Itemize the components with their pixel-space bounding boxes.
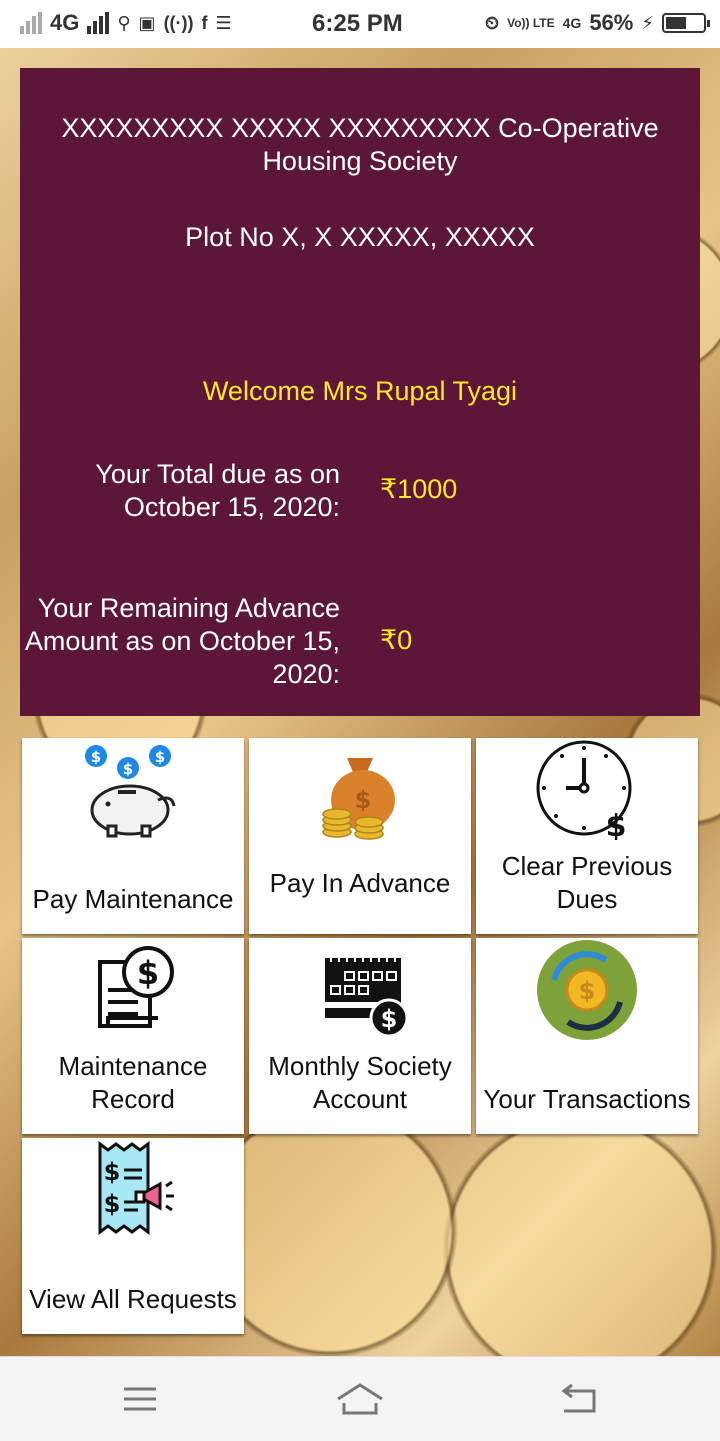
facebook-icon: f (201, 12, 208, 33)
coin-exchange-icon: $ (537, 940, 637, 1040)
svg-text:$: $ (606, 809, 627, 840)
tile-label: Pay In Advance (269, 868, 451, 898)
tile-label: View All Requests (29, 1284, 237, 1314)
total-due-value: ₹1000 (380, 474, 458, 504)
system-nav-bar (0, 1356, 720, 1441)
signal-strength-icon (87, 12, 110, 34)
status-right: ⏲ Vo)) LTE 4G 56% ⚡ (485, 10, 710, 36)
signal-icon (20, 12, 42, 34)
network-type-2: 4G (562, 15, 582, 31)
your-transactions-tile[interactable]: $ Your Transactions (476, 938, 698, 1134)
piggy-bank-icon: $ $ $ (85, 745, 176, 838)
tile-label: Clear Previous Dues (501, 851, 673, 914)
pay-maintenance-tile[interactable]: $ $ $ Pay Maintenance (22, 738, 244, 934)
hotspot-icon: ((·)) (163, 12, 194, 33)
advance-label: Your Remaining Advance Amount as on Octo… (24, 593, 340, 689)
status-left: 4G ⚲ ▣ ((·)) f ☰ (20, 10, 232, 36)
svg-text:$: $ (355, 786, 372, 814)
welcome-message: Welcome Mrs Rupal Tyagi (202, 376, 518, 406)
total-due-label: Your Total due as on October 15, 2020: (95, 459, 340, 522)
app-notification-icon: ▣ (138, 12, 156, 33)
tile-label: Your Transactions (483, 1084, 691, 1114)
money-bag-icon: $ (322, 758, 395, 840)
dues-summary-card: XXXXXXXXX XXXXX XXXXXXXXX Co-Operative H… (20, 68, 700, 716)
charging-icon: ⚡ (641, 12, 654, 33)
society-address: Plot No X, X XXXXX, XXXXX (185, 222, 535, 252)
svg-text:$: $ (91, 748, 101, 766)
home-icon[interactable] (330, 1379, 390, 1419)
tile-label: Maintenance Record (58, 1051, 208, 1114)
clock: 6:25 PM (312, 10, 403, 37)
status-bar: 4G ⚲ ▣ ((·)) f ☰ 6:25 PM ⏲ Vo)) LTE 4G 5… (0, 0, 720, 48)
society-name: XXXXXXXXX XXXXX XXXXXXXXX Co-Operative H… (61, 113, 659, 176)
storage-icon: ☰ (215, 12, 232, 33)
svg-text:$: $ (104, 1190, 121, 1218)
calendar-dollar-icon: $ (325, 952, 409, 1038)
svg-text:$: $ (104, 1158, 121, 1186)
clock-dollar-icon: $ (536, 740, 632, 840)
tile-label: Pay Maintenance (32, 884, 234, 914)
maintenance-record-tile[interactable]: $ Maintenance Record (22, 938, 244, 1134)
battery-fill (666, 17, 686, 29)
svg-text:$: $ (381, 1005, 398, 1033)
battery-icon (662, 13, 710, 33)
battery-percent: 56% (589, 10, 634, 35)
view-all-requests-tile[interactable]: $ $ View All Requests (22, 1138, 244, 1334)
volte-indicator: Vo)) LTE (507, 16, 555, 30)
receipt-megaphone-icon: $ $ (98, 1141, 174, 1235)
monthly-society-account-tile[interactable]: $ Monthly Society Account (249, 938, 471, 1134)
svg-text:$: $ (123, 760, 133, 778)
document-dollar-icon: $ (98, 946, 174, 1028)
alarm-icon: ⏲ (485, 12, 500, 33)
back-icon[interactable] (548, 1379, 608, 1419)
svg-text:$: $ (579, 977, 596, 1005)
svg-text:$: $ (155, 748, 165, 766)
network-type: 4G (50, 10, 80, 35)
advance-value: ₹0 (380, 625, 413, 655)
tile-label: Monthly Society Account (268, 1051, 452, 1114)
clear-previous-dues-tile[interactable]: $ Clear Previous Dues (476, 738, 698, 934)
menu-icon[interactable] (110, 1379, 170, 1419)
svg-text:$: $ (137, 954, 159, 992)
usb-icon: ⚲ (117, 12, 131, 33)
pay-in-advance-tile[interactable]: $ Pay In Advance (249, 738, 471, 934)
